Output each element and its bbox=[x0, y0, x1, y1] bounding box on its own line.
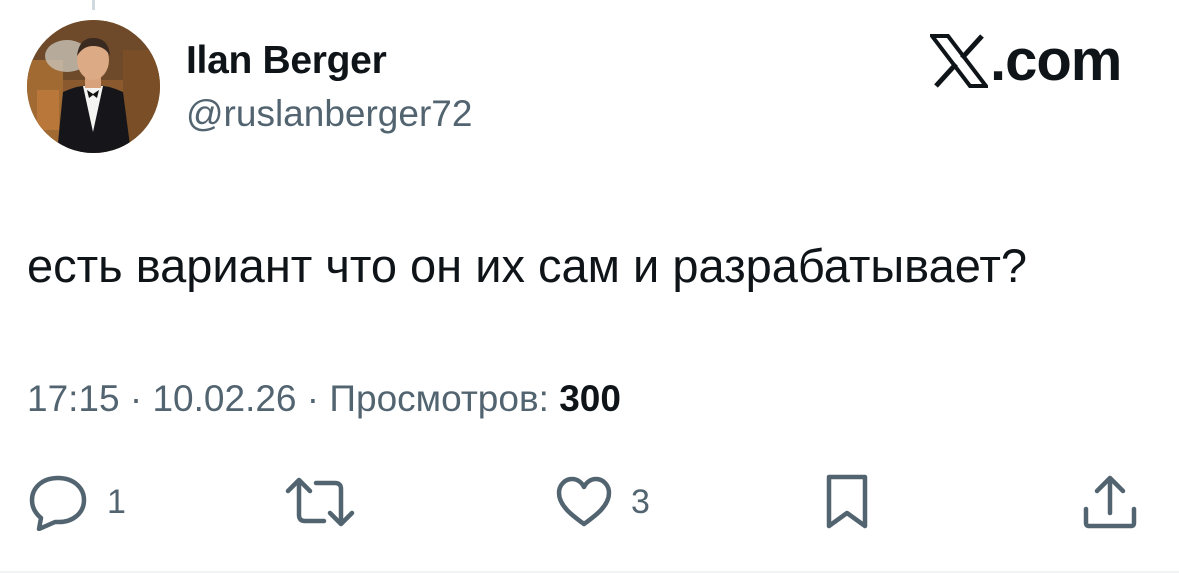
like-count: 3 bbox=[631, 483, 650, 521]
tweet-text: есть вариант что он их сам и разрабатыва… bbox=[27, 239, 1027, 292]
reply-button[interactable]: 1 bbox=[27, 472, 126, 532]
share-button[interactable] bbox=[1080, 472, 1140, 532]
tweet-time[interactable]: 17:15 bbox=[27, 378, 120, 419]
author-handle[interactable]: @ruslanberger72 bbox=[186, 92, 472, 136]
brand-domain-text: .com bbox=[990, 28, 1122, 93]
meta-separator: · bbox=[296, 378, 330, 419]
bookmark-button[interactable] bbox=[822, 472, 872, 532]
retweet-button[interactable] bbox=[284, 472, 374, 532]
heart-icon bbox=[556, 476, 612, 527]
views-count: 300 bbox=[559, 378, 621, 419]
brand-logo: .com bbox=[930, 28, 1122, 93]
share-icon bbox=[1083, 475, 1137, 529]
bookmark-icon bbox=[826, 474, 868, 529]
reply-bubble-icon bbox=[29, 475, 87, 531]
thread-connector-line bbox=[92, 0, 95, 10]
tweet-meta: 17:15 · 10.02.26 · Просмотров: 300 bbox=[27, 376, 621, 422]
author-display-name[interactable]: Ilan Berger bbox=[186, 38, 387, 84]
retweet-icon bbox=[285, 477, 355, 527]
reply-count: 1 bbox=[107, 483, 126, 521]
avatar[interactable] bbox=[27, 20, 160, 153]
views-label: Просмотров: bbox=[329, 378, 560, 419]
avatar-photo bbox=[27, 20, 160, 153]
tweet-date[interactable]: 10.02.26 bbox=[152, 378, 296, 419]
x-logo-icon bbox=[930, 34, 988, 88]
like-button[interactable]: 3 bbox=[555, 472, 650, 532]
meta-separator: · bbox=[119, 378, 153, 419]
